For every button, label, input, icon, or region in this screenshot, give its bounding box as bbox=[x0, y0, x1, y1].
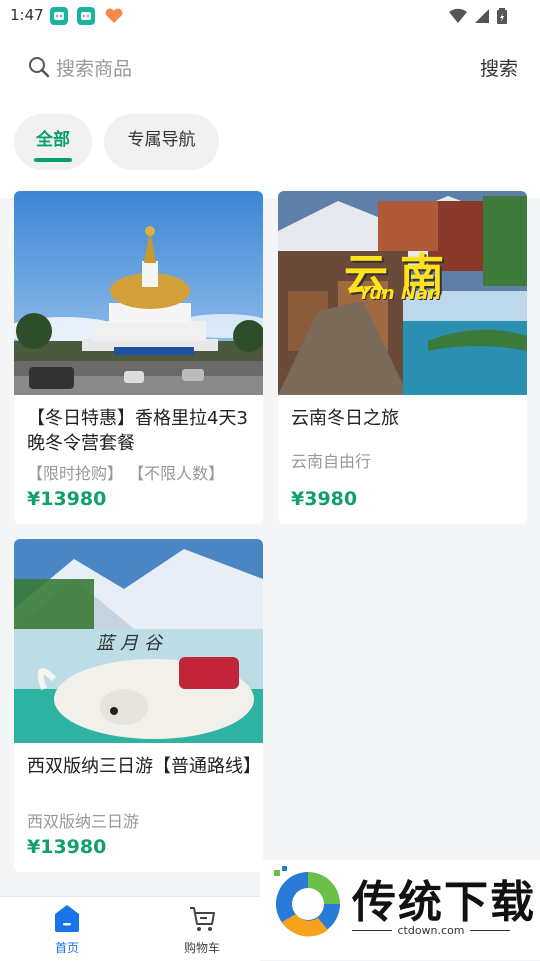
product-card[interactable]: 【冬日特惠】香格里拉4天3晚冬令营套餐 【限时抢购】 【不限人数】 ¥13980 bbox=[14, 191, 263, 524]
product-price: ¥13980 bbox=[27, 488, 107, 510]
search-button[interactable]: 搜索 bbox=[480, 54, 518, 81]
header: 搜索商品 搜索 全部 专属导航 bbox=[0, 32, 540, 198]
watermark-title: 传统下载 bbox=[352, 877, 536, 928]
status-bar: 1:47 bbox=[0, 0, 540, 32]
nav-home-label: 首页 bbox=[54, 941, 79, 955]
product-title: 西双版纳三日游【普通路线】 bbox=[27, 756, 261, 777]
product-subtitle: 云南自由行 bbox=[291, 452, 372, 471]
product-image-shangrila bbox=[14, 191, 263, 395]
nav-cart-label: 购物车 bbox=[183, 941, 220, 955]
watermark: 传统下载 ctdown.com bbox=[260, 860, 540, 960]
search-icon bbox=[29, 57, 50, 78]
product-card[interactable]: 云南 Yun Nan 云南冬日之旅 云南自由行 ¥3980 bbox=[278, 191, 527, 524]
nav-cart[interactable]: 购物车 bbox=[162, 903, 242, 956]
app-notification-icon bbox=[77, 7, 95, 25]
product-card[interactable]: 蓝月谷 西双版纳三日游【普通路线】 西双版纳三日游 ¥13980 bbox=[14, 539, 263, 872]
product-price: ¥13980 bbox=[27, 836, 107, 858]
cart-icon bbox=[190, 907, 215, 931]
status-time: 1:47 bbox=[10, 6, 44, 24]
home-icon bbox=[55, 905, 79, 932]
watermark-logo-icon bbox=[274, 866, 340, 937]
product-title: 云南冬日之旅 bbox=[291, 408, 399, 429]
product-title: 【冬日特惠】香格里拉4天3晚冬令营套餐 bbox=[27, 408, 248, 454]
tab-exclusive-nav-label: 专属导航 bbox=[127, 130, 196, 150]
tab-exclusive-nav[interactable]: 专属导航 bbox=[104, 114, 219, 170]
divider bbox=[470, 930, 510, 931]
search-input[interactable]: 搜索商品 bbox=[56, 54, 132, 81]
tab-all[interactable]: 全部 bbox=[14, 114, 92, 170]
image-overlay-yunnan-en: Yun Nan bbox=[358, 283, 441, 304]
active-tab-indicator bbox=[34, 158, 72, 162]
image-overlay-blue-moon-valley: 蓝月谷 bbox=[96, 633, 168, 654]
wifi-icon bbox=[448, 8, 467, 23]
bottom-nav: 首页 购物车 bbox=[0, 896, 260, 961]
product-subtitle: 西双版纳三日游 bbox=[27, 812, 140, 831]
product-price: ¥3980 bbox=[291, 488, 358, 510]
signal-icon bbox=[474, 9, 489, 23]
app-notification-icon bbox=[50, 7, 68, 25]
battery-icon bbox=[497, 8, 507, 24]
product-subtitle: 【限时抢购】 【不限人数】 bbox=[27, 464, 225, 483]
nav-home[interactable]: 首页 bbox=[27, 903, 107, 956]
heart-notification-icon bbox=[104, 7, 123, 25]
